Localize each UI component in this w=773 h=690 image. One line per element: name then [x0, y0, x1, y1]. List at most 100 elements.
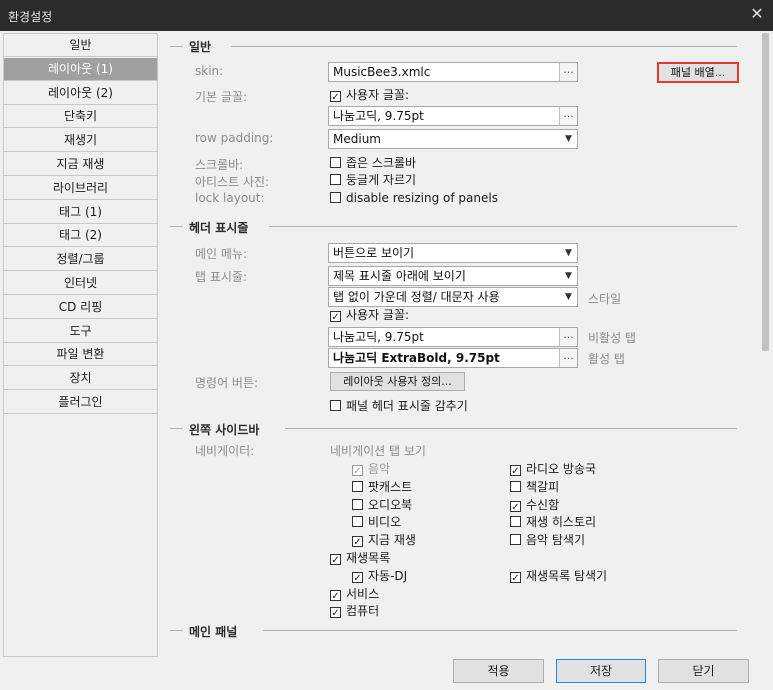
close-icon[interactable]: ✕ — [748, 4, 766, 24]
active-tab-font-field[interactable]: 나눔고딕 ExtraBold, 9.75pt ... — [328, 348, 578, 368]
nav-checkbox[interactable]: ✓ 지금 재생 — [352, 532, 416, 548]
check-icon: ✓ — [352, 536, 363, 549]
nav-checkbox[interactable]: 재생 히스토리 — [510, 514, 596, 530]
hide-panel-header-checkbox[interactable]: 패널 헤더 표시줄 감추기 — [330, 398, 468, 414]
nav-checkbox-label: 자동-DJ — [368, 568, 408, 583]
header-custom-font-label: 사용자 글꼴: — [346, 308, 410, 322]
artist-label: 아티스트 사진: — [195, 175, 270, 189]
apply-label: 적용 — [487, 664, 510, 678]
nav-checkbox[interactable]: ✓ 재생목록 — [330, 550, 390, 566]
sidebar-item[interactable]: 단축키 — [4, 105, 157, 129]
customize-layout-button[interactable]: 레이아웃 사용자 정의... — [330, 372, 465, 391]
nav-checkbox[interactable]: ✓ 컴퓨터 — [330, 603, 379, 619]
sidebar-item[interactable]: 레이아웃 (1) — [4, 57, 157, 81]
sidebar-item[interactable]: CD 리핑 — [4, 296, 157, 319]
dropdown-arrow-icon: ▼ — [565, 248, 572, 258]
sidebar-item[interactable]: 재생기 — [4, 129, 157, 153]
checkbox-icon — [352, 498, 363, 510]
nav-checkbox-label: 재생목록 탐색기 — [526, 568, 608, 583]
panel-layout-button[interactable]: 패널 배열... — [657, 62, 739, 83]
skin-field[interactable]: MusicBee3.xmlc ... — [328, 62, 578, 82]
font-value: 나눔고딕, 9.75pt — [333, 109, 424, 123]
browse-button[interactable]: ... — [559, 63, 577, 81]
check-icon: ✓ — [352, 571, 363, 584]
close-label: 닫기 — [692, 664, 715, 678]
lock-layout-option: disable resizing of panels — [346, 191, 498, 205]
dropdown-arrow-icon: ▼ — [565, 134, 572, 144]
save-label: 저장 — [589, 664, 613, 678]
section-divider — [231, 46, 737, 47]
sidebar-item[interactable]: 지금 재생 — [4, 153, 157, 176]
nav-checkbox-label: 음악 탐색기 — [526, 533, 586, 548]
close-button[interactable]: 닫기 — [658, 659, 749, 683]
nav-checkbox[interactable]: ✓ 라디오 방송국 — [510, 461, 596, 477]
tab-style-select[interactable]: 탭 없이 가운데 정렬/ 대문자 사용 ▼ — [328, 287, 578, 307]
nav-checkbox[interactable]: 책갈피 — [510, 479, 559, 495]
command-button-label: 명령어 버튼: — [195, 376, 259, 390]
nav-tab-label: 네비게이션 탭 보기 — [330, 444, 426, 458]
style-label: 스타일 — [588, 292, 622, 306]
inactive-tab-label: 비활성 탭 — [588, 331, 636, 345]
custom-font-checkbox[interactable]: ✓ 사용자 글꼴: — [330, 87, 409, 103]
lock-layout-checkbox[interactable]: disable resizing of panels — [330, 190, 498, 206]
nav-checkbox[interactable]: 오디오북 — [352, 497, 412, 513]
checkbox-icon — [330, 400, 341, 411]
tab-bar-select[interactable]: 제목 표시줄 아래에 보이기 ▼ — [328, 266, 578, 286]
navigator-label: 네비게이터: — [195, 444, 255, 458]
sidebar-item[interactable]: 라이브러리 — [4, 177, 157, 200]
window-title: 환경설정 — [8, 10, 53, 24]
inactive-tab-font-field[interactable]: 나눔고딕, 9.75pt ... — [328, 327, 578, 347]
sidebar-item[interactable]: 파일 변환 — [4, 343, 157, 367]
nav-checkbox-label: 재생목록 — [346, 551, 391, 565]
font-field[interactable]: 나눔고딕, 9.75pt ... — [328, 106, 578, 126]
nav-checkbox[interactable]: ✓ 수신함 — [510, 497, 559, 513]
browse-button[interactable]: ... — [559, 107, 577, 125]
nav-checkbox-label: 라디오 방송국 — [526, 462, 597, 476]
narrow-scrollbar-checkbox[interactable]: 좁은 스크롤바 — [330, 155, 416, 171]
checkbox-icon — [330, 192, 341, 203]
sidebar-item[interactable]: 태그 (2) — [4, 224, 157, 248]
checkbox-icon — [352, 516, 363, 528]
apply-button[interactable]: 적용 — [453, 659, 544, 683]
row-padding-label: row padding: — [195, 131, 274, 145]
checkbox-icon — [510, 516, 521, 528]
nav-checkbox-label: 수신함 — [526, 497, 560, 512]
nav-checkbox-label: 서비스 — [346, 586, 380, 601]
nav-checkbox[interactable]: 비디오 — [352, 514, 401, 530]
checkbox-icon — [510, 480, 521, 492]
sidebar-item[interactable]: 플러그인 — [4, 391, 157, 414]
browse-button[interactable]: ... — [559, 349, 577, 367]
checkbox-icon — [330, 157, 341, 168]
sidebar-item[interactable]: 장치 — [4, 367, 157, 391]
sidebar-item[interactable]: 도구 — [4, 320, 157, 343]
nav-checkbox[interactable]: 팟캐스트 — [352, 479, 412, 495]
browse-button[interactable]: ... — [559, 328, 577, 346]
section-divider — [170, 226, 183, 227]
sidebar-item[interactable]: 인터넷 — [4, 272, 157, 295]
nav-checkbox[interactable]: ✓ 서비스 — [330, 586, 379, 602]
sidebar-item[interactable]: 정렬/그룹 — [4, 248, 157, 272]
sidebar-item[interactable]: 태그 (1) — [4, 201, 157, 224]
check-icon: ✓ — [330, 589, 341, 602]
tab-bar-value: 제목 표시줄 아래에 보이기 — [333, 269, 466, 283]
save-button[interactable]: 저장 — [556, 659, 646, 683]
section-divider — [285, 428, 737, 429]
panel-layout-label: 패널 배열... — [670, 66, 726, 79]
nav-checkbox-label: 컴퓨터 — [346, 604, 380, 619]
check-icon: ✓ — [330, 311, 341, 323]
section-title-general: 일반 — [189, 40, 212, 54]
scrollbar-thumb[interactable] — [762, 33, 769, 351]
sidebar-item[interactable]: 일반 — [4, 34, 157, 57]
sidebar-item[interactable]: 레이아웃 (2) — [4, 82, 157, 105]
nav-checkbox[interactable]: ✓ 음악 — [352, 461, 390, 477]
check-icon: ✓ — [510, 571, 521, 584]
font-label: 기본 글꼴: — [195, 90, 248, 104]
nav-checkbox[interactable]: ✓ 재생목록 탐색기 — [510, 568, 607, 584]
nav-checkbox[interactable]: 음악 탐색기 — [510, 532, 585, 548]
main-menu-select[interactable]: 버튼으로 보이기 ▼ — [328, 243, 578, 263]
settings-content: 일반 skin: MusicBee3.xmlc ... 패널 배열... 기본 … — [157, 31, 773, 655]
row-padding-select[interactable]: Medium ▼ — [328, 129, 578, 149]
header-custom-font-checkbox[interactable]: ✓ 사용자 글꼴: — [330, 307, 409, 323]
nav-checkbox[interactable]: ✓ 자동-DJ — [352, 568, 407, 584]
round-crop-checkbox[interactable]: 둥글게 자르기 — [330, 172, 416, 188]
